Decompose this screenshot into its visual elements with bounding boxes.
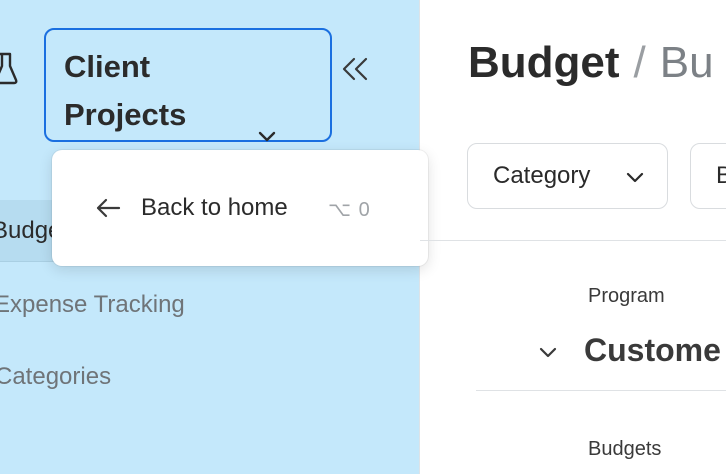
program-group-title: Custome [584,332,721,368]
chevron-down-icon [626,172,644,183]
sidebar-item-expense-tracking[interactable]: Expense Tracking [0,274,412,336]
sidebar-item-label: Categories [0,363,112,390]
sidebar-item-categories[interactable]: Categories [0,346,413,408]
collapse-sidebar-icon[interactable] [340,56,370,82]
workspace-switcher-button[interactable]: Client Projects [44,28,332,142]
divider [420,240,726,241]
category-filter-dropdown[interactable]: Category [467,143,668,209]
sidebar-item-label: Expense Tracking [0,291,185,318]
chevron-down-icon[interactable] [538,346,558,360]
breadcrumb-separator: / [633,38,646,87]
filter-label: Category [493,162,591,189]
workspace-menu-popover: Back to home ⌥ 0 [52,150,428,266]
keyboard-shortcut: ⌥ 0 [328,199,371,221]
page-title: Budget [468,38,620,87]
filter-label: B [716,162,726,189]
main-content: Budget / Bu Category B Program Custome Bud… [420,0,726,474]
breadcrumb-item[interactable]: Bu [660,38,714,87]
column-header-budgets: Budgets [588,438,662,460]
chevron-down-icon [258,131,276,142]
flask-icon[interactable] [0,50,22,86]
column-header-program: Program [588,285,665,307]
workspace-name: Client Projects [64,49,187,132]
breadcrumb: Budget / Bu [468,38,714,88]
divider [476,390,726,391]
arrow-left-icon [96,198,121,218]
filter-dropdown[interactable]: B [690,143,726,209]
back-to-home-menu-item[interactable]: Back to home [141,194,288,222]
